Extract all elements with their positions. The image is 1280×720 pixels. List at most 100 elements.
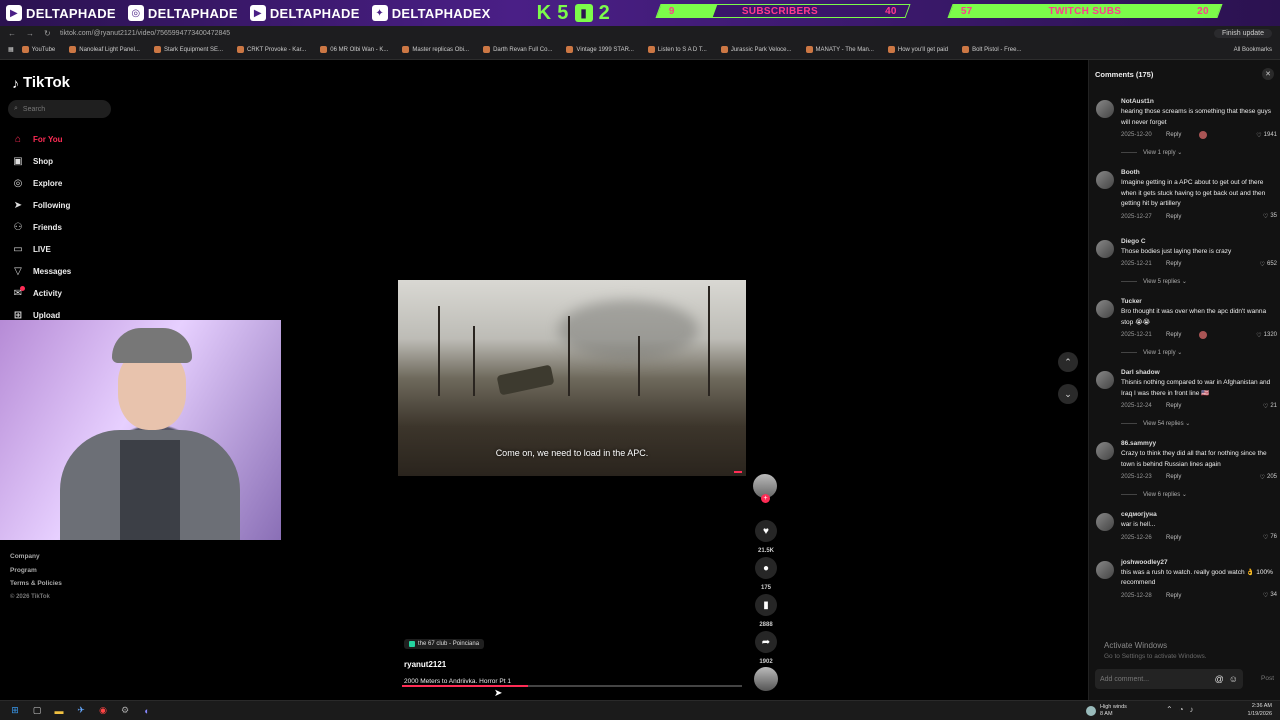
sidebar-item-shop[interactable]: ▣ Shop [12,150,71,172]
bookmark-item[interactable]: Vintage 1999 STAR... [560,46,639,53]
search-input[interactable]: ⌕ Search [8,100,111,118]
comment-username[interactable]: Diego C [1121,238,1277,245]
reply-button[interactable]: Reply [1166,214,1181,220]
finish-update-button[interactable]: Finish update [1213,28,1272,38]
file-explorer-icon[interactable]: ▬ [52,704,66,718]
chevron-up-icon[interactable]: ⌃ [1166,705,1173,714]
comment-like-button[interactable]: ♡ 1320 [1256,332,1277,339]
bookmark-item[interactable]: Bolt Pistol - Free... [956,46,1027,53]
bookmark-item[interactable]: How you'll get paid [882,46,954,53]
comment-username[interactable]: joshwoodley27 [1121,559,1277,566]
view-replies-button[interactable]: View 1 reply ⌄ [1121,349,1277,356]
comment-username[interactable]: 86.sammyy [1121,440,1277,447]
volume-icon[interactable]: ♪ [1190,705,1194,714]
footer-terms[interactable]: Terms & Policies [10,577,62,591]
commenter-avatar[interactable] [1096,371,1114,389]
footer-program[interactable]: Program [10,564,62,578]
sidebar-item-for-you[interactable]: ⌂ For You [12,128,71,150]
reply-button[interactable]: Reply [1166,132,1181,138]
forward-icon[interactable]: → [26,29,34,38]
comment-username[interactable]: Booth [1121,169,1277,176]
bookmark-item[interactable]: Nanoleaf Light Panel... [63,46,146,53]
bookmark-item[interactable]: 06 MR Olbi Wan - K... [314,46,394,53]
comment-like-button[interactable]: ♡ 21 [1263,403,1277,410]
task-view-icon[interactable]: ▢ [30,704,44,718]
previous-video-button[interactable]: ⌃ [1058,352,1078,372]
share-icon[interactable]: ➦ [755,631,777,653]
view-replies-button[interactable]: View 6 replies ⌄ [1121,491,1277,498]
comment-like-button[interactable]: ♡ 34 [1263,592,1277,599]
discord-icon[interactable]: ◐ [140,704,154,718]
sidebar-item-activity[interactable]: ✉ Activity [12,282,71,304]
footer-company[interactable]: Company [10,550,62,564]
author-handle[interactable]: ryanut2121 [404,660,511,669]
sidebar-item-messages[interactable]: ▽ Messages [12,260,71,282]
bookmark-item[interactable]: Darth Revan Full Co... [477,46,558,53]
view-replies-button[interactable]: View 54 replies ⌄ [1121,420,1277,427]
chrome-icon[interactable]: ◉ [96,704,110,718]
author-avatar[interactable]: + [753,474,777,503]
weather-widget[interactable]: High winds 8 AM [1086,704,1127,718]
back-icon[interactable]: ← [8,29,16,38]
network-icon[interactable]: ◔ [1179,705,1184,714]
mention-icon[interactable]: @ [1215,674,1224,684]
clock[interactable]: 2:36 AM 1/19/2026 [1248,703,1272,718]
reply-button[interactable]: Reply [1166,535,1181,541]
tiktok-logo[interactable]: ♪ TikTok [12,74,70,91]
bookmark-item[interactable]: Jurassic Park Veloce... [715,46,798,53]
commenter-avatar[interactable] [1096,442,1114,460]
add-comment-input[interactable]: Add comment... @ ☺ [1095,669,1243,689]
sidebar-item-live[interactable]: ▭ LIVE [12,238,71,260]
view-replies-button[interactable]: View 5 replies ⌄ [1121,278,1277,285]
commenter-avatar[interactable] [1096,300,1114,318]
reply-button[interactable]: Reply [1166,593,1181,599]
reply-button[interactable]: Reply [1166,403,1181,409]
comment-username[interactable]: Darl shadow [1121,369,1277,376]
commenter-avatar[interactable] [1096,239,1114,258]
location-tag[interactable]: the 67 club - Poinciana [404,639,485,649]
reply-button[interactable]: Reply [1166,261,1181,267]
sidebar-item-explore[interactable]: ◎ Explore [12,172,71,194]
video-player[interactable]: Come on, we need to load in the APC. [398,280,746,476]
bookmark-icon[interactable]: ▮ [755,594,777,616]
comment-like-button[interactable]: ♡ 652 [1260,261,1277,268]
music-disc[interactable] [754,667,778,691]
comment-like-button[interactable]: ♡ 205 [1260,474,1277,481]
reload-icon[interactable]: ↻ [44,29,51,38]
video-progress-bar[interactable] [402,685,742,687]
all-bookmarks[interactable]: All Bookmarks [1234,47,1272,53]
windows-start-icon[interactable]: ⊞ [8,704,22,718]
next-video-button[interactable]: ⌄ [1058,384,1078,404]
bookmark-item[interactable]: YouTube [16,46,62,53]
apps-icon[interactable]: ▦ [8,46,14,53]
comment-like-button[interactable]: ♡ 1941 [1256,132,1277,139]
post-button[interactable]: Post [1261,675,1274,682]
sidebar-item-following[interactable]: ➤ Following [12,194,71,216]
sidebar-item-friends[interactable]: ⚇ Friends [12,216,71,238]
commenter-avatar[interactable] [1096,100,1114,118]
commenter-avatar[interactable] [1096,171,1114,189]
settings-icon[interactable]: ⚙ [118,704,132,718]
reply-button[interactable]: Reply [1166,332,1181,338]
follow-plus-icon[interactable]: + [761,494,770,503]
comment-username[interactable]: Tucker [1121,298,1277,305]
bookmark-item[interactable]: CRKT Provoke - Kar... [231,46,312,53]
comment-icon[interactable]: ● [755,557,777,579]
commenter-avatar[interactable] [1096,513,1114,531]
comment-username[interactable]: седмогјуна [1121,511,1277,518]
comment-like-button[interactable]: ♡ 76 [1263,534,1277,541]
emoji-icon[interactable]: ☺ [1229,674,1238,684]
bookmark-item[interactable]: Master replicas Obi... [396,46,475,53]
reply-button[interactable]: Reply [1166,474,1181,480]
bookmark-item[interactable]: Stark Equipment SE... [148,46,229,53]
bookmark-item[interactable]: Listen to S A D T... [642,46,713,53]
comment-username[interactable]: NotAust1n [1121,98,1277,105]
comment-like-button[interactable]: ♡ 35 [1263,213,1277,220]
commenter-avatar[interactable] [1096,560,1114,579]
address-bar[interactable]: tiktok.com/@ryanut2121/video/75659947734… [60,30,1214,37]
heart-icon[interactable]: ♥ [755,520,777,542]
view-replies-button[interactable]: View 1 reply ⌄ [1121,149,1277,156]
bookmark-item[interactable]: MANATY - The Man... [800,46,880,53]
steam-icon[interactable]: ✈ [74,704,88,718]
close-icon[interactable]: ✕ [1262,68,1274,80]
